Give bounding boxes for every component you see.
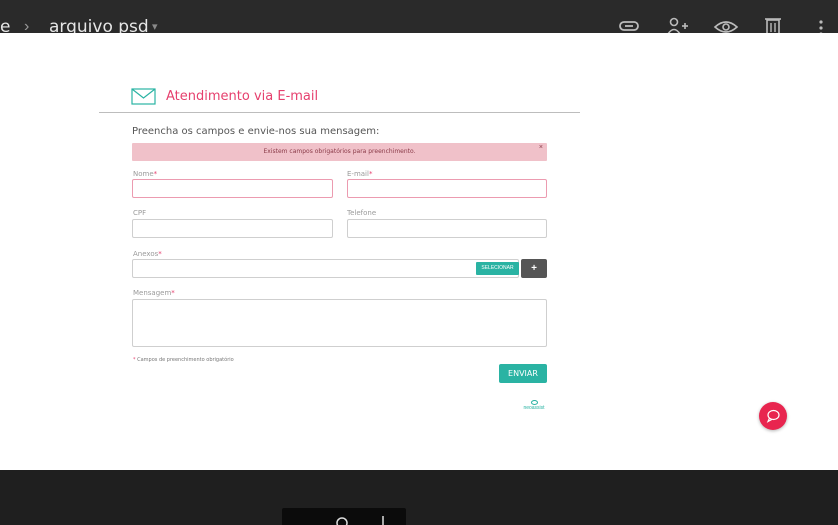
- envelope-icon: [131, 88, 156, 105]
- form-header: Atendimento via E-mail: [131, 88, 318, 105]
- eye-icon[interactable]: [713, 14, 739, 34]
- telefone-field[interactable]: [347, 219, 547, 238]
- neoassist-logo: neoassist: [519, 400, 549, 414]
- anexos-field[interactable]: [132, 259, 519, 278]
- mensagem-textarea[interactable]: [132, 299, 547, 347]
- viewer-bottombar: [0, 470, 838, 525]
- required-footnote: * Campos de preenchimento obrigatório: [133, 357, 234, 363]
- email-field[interactable]: [347, 179, 547, 198]
- form-title: Atendimento via E-mail: [166, 89, 319, 104]
- send-button[interactable]: ENVIAR: [499, 364, 547, 383]
- document-preview: [0, 33, 838, 470]
- more-vert-icon[interactable]: [808, 14, 834, 34]
- form-intro: Preencha os campos e envie-nos sua mensa…: [132, 126, 380, 137]
- logo-text: neoassist: [523, 405, 545, 411]
- chat-button[interactable]: [759, 402, 787, 430]
- nome-field[interactable]: [132, 179, 333, 198]
- select-file-button[interactable]: SELECIONAR: [476, 262, 519, 275]
- link-icon[interactable]: [616, 14, 642, 34]
- anexos-label: Anexos*: [133, 250, 162, 258]
- zoom-out-icon[interactable]: [335, 516, 349, 525]
- add-attachment-button[interactable]: +: [521, 259, 547, 278]
- header-divider: [99, 112, 580, 113]
- add-person-icon[interactable]: [665, 14, 691, 34]
- cpf-field[interactable]: [132, 219, 333, 238]
- alert-message: Existem campos obrigatórios para preench…: [263, 148, 416, 155]
- chat-bubble-icon: [766, 409, 780, 423]
- mensagem-label: Mensagem*: [133, 289, 175, 297]
- email-label: E-mail*: [347, 170, 373, 178]
- cpf-label: CPF: [133, 209, 147, 217]
- zoom-in-icon[interactable]: [380, 516, 386, 525]
- trash-icon[interactable]: [760, 14, 786, 34]
- telefone-label: Telefone: [347, 209, 377, 217]
- close-icon[interactable]: ×: [539, 144, 543, 151]
- viewer-topbar: e › arquivo psd ▾: [0, 0, 838, 37]
- nome-label: Nome*: [133, 170, 158, 178]
- validation-alert: Existem campos obrigatórios para preench…: [132, 143, 547, 161]
